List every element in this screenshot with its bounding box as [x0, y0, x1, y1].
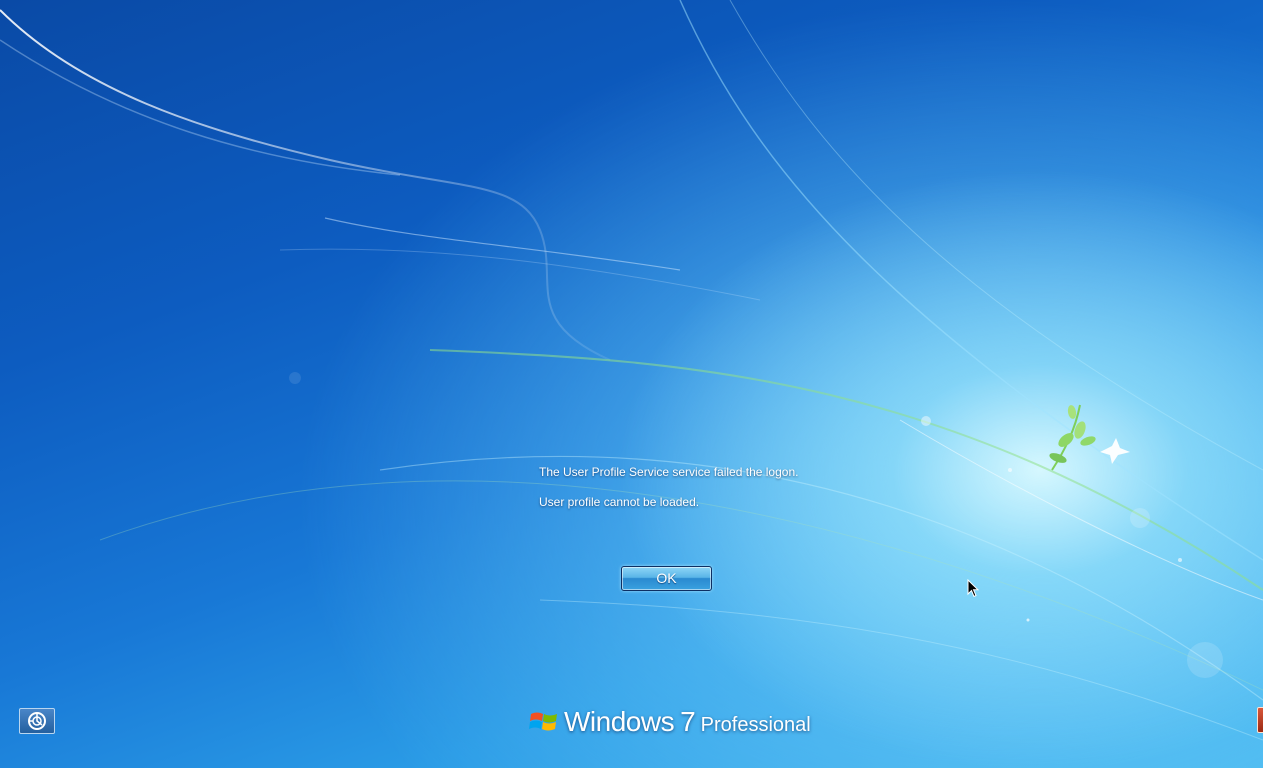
brand-edition: Professional [700, 713, 811, 736]
shutdown-button[interactable] [1257, 707, 1263, 733]
sprig-and-bird-decoration [1049, 404, 1130, 471]
windows-flag-icon [529, 712, 557, 731]
ease-of-access-button[interactable] [19, 708, 55, 734]
mouse-cursor-icon [967, 579, 979, 598]
desktop-background-art [0, 0, 1263, 741]
ok-button[interactable]: OK [621, 566, 712, 591]
brand-version: 7 [680, 706, 696, 737]
brand-name: Windows [564, 706, 675, 737]
windows-branding: Windows 7 Professional [529, 704, 811, 740]
logon-error-message: The User Profile Service service failed … [539, 465, 939, 510]
ease-of-access-icon [28, 712, 46, 730]
error-message-line-1: The User Profile Service service failed … [539, 465, 799, 479]
error-message-line-2: User profile cannot be loaded. [539, 495, 700, 509]
